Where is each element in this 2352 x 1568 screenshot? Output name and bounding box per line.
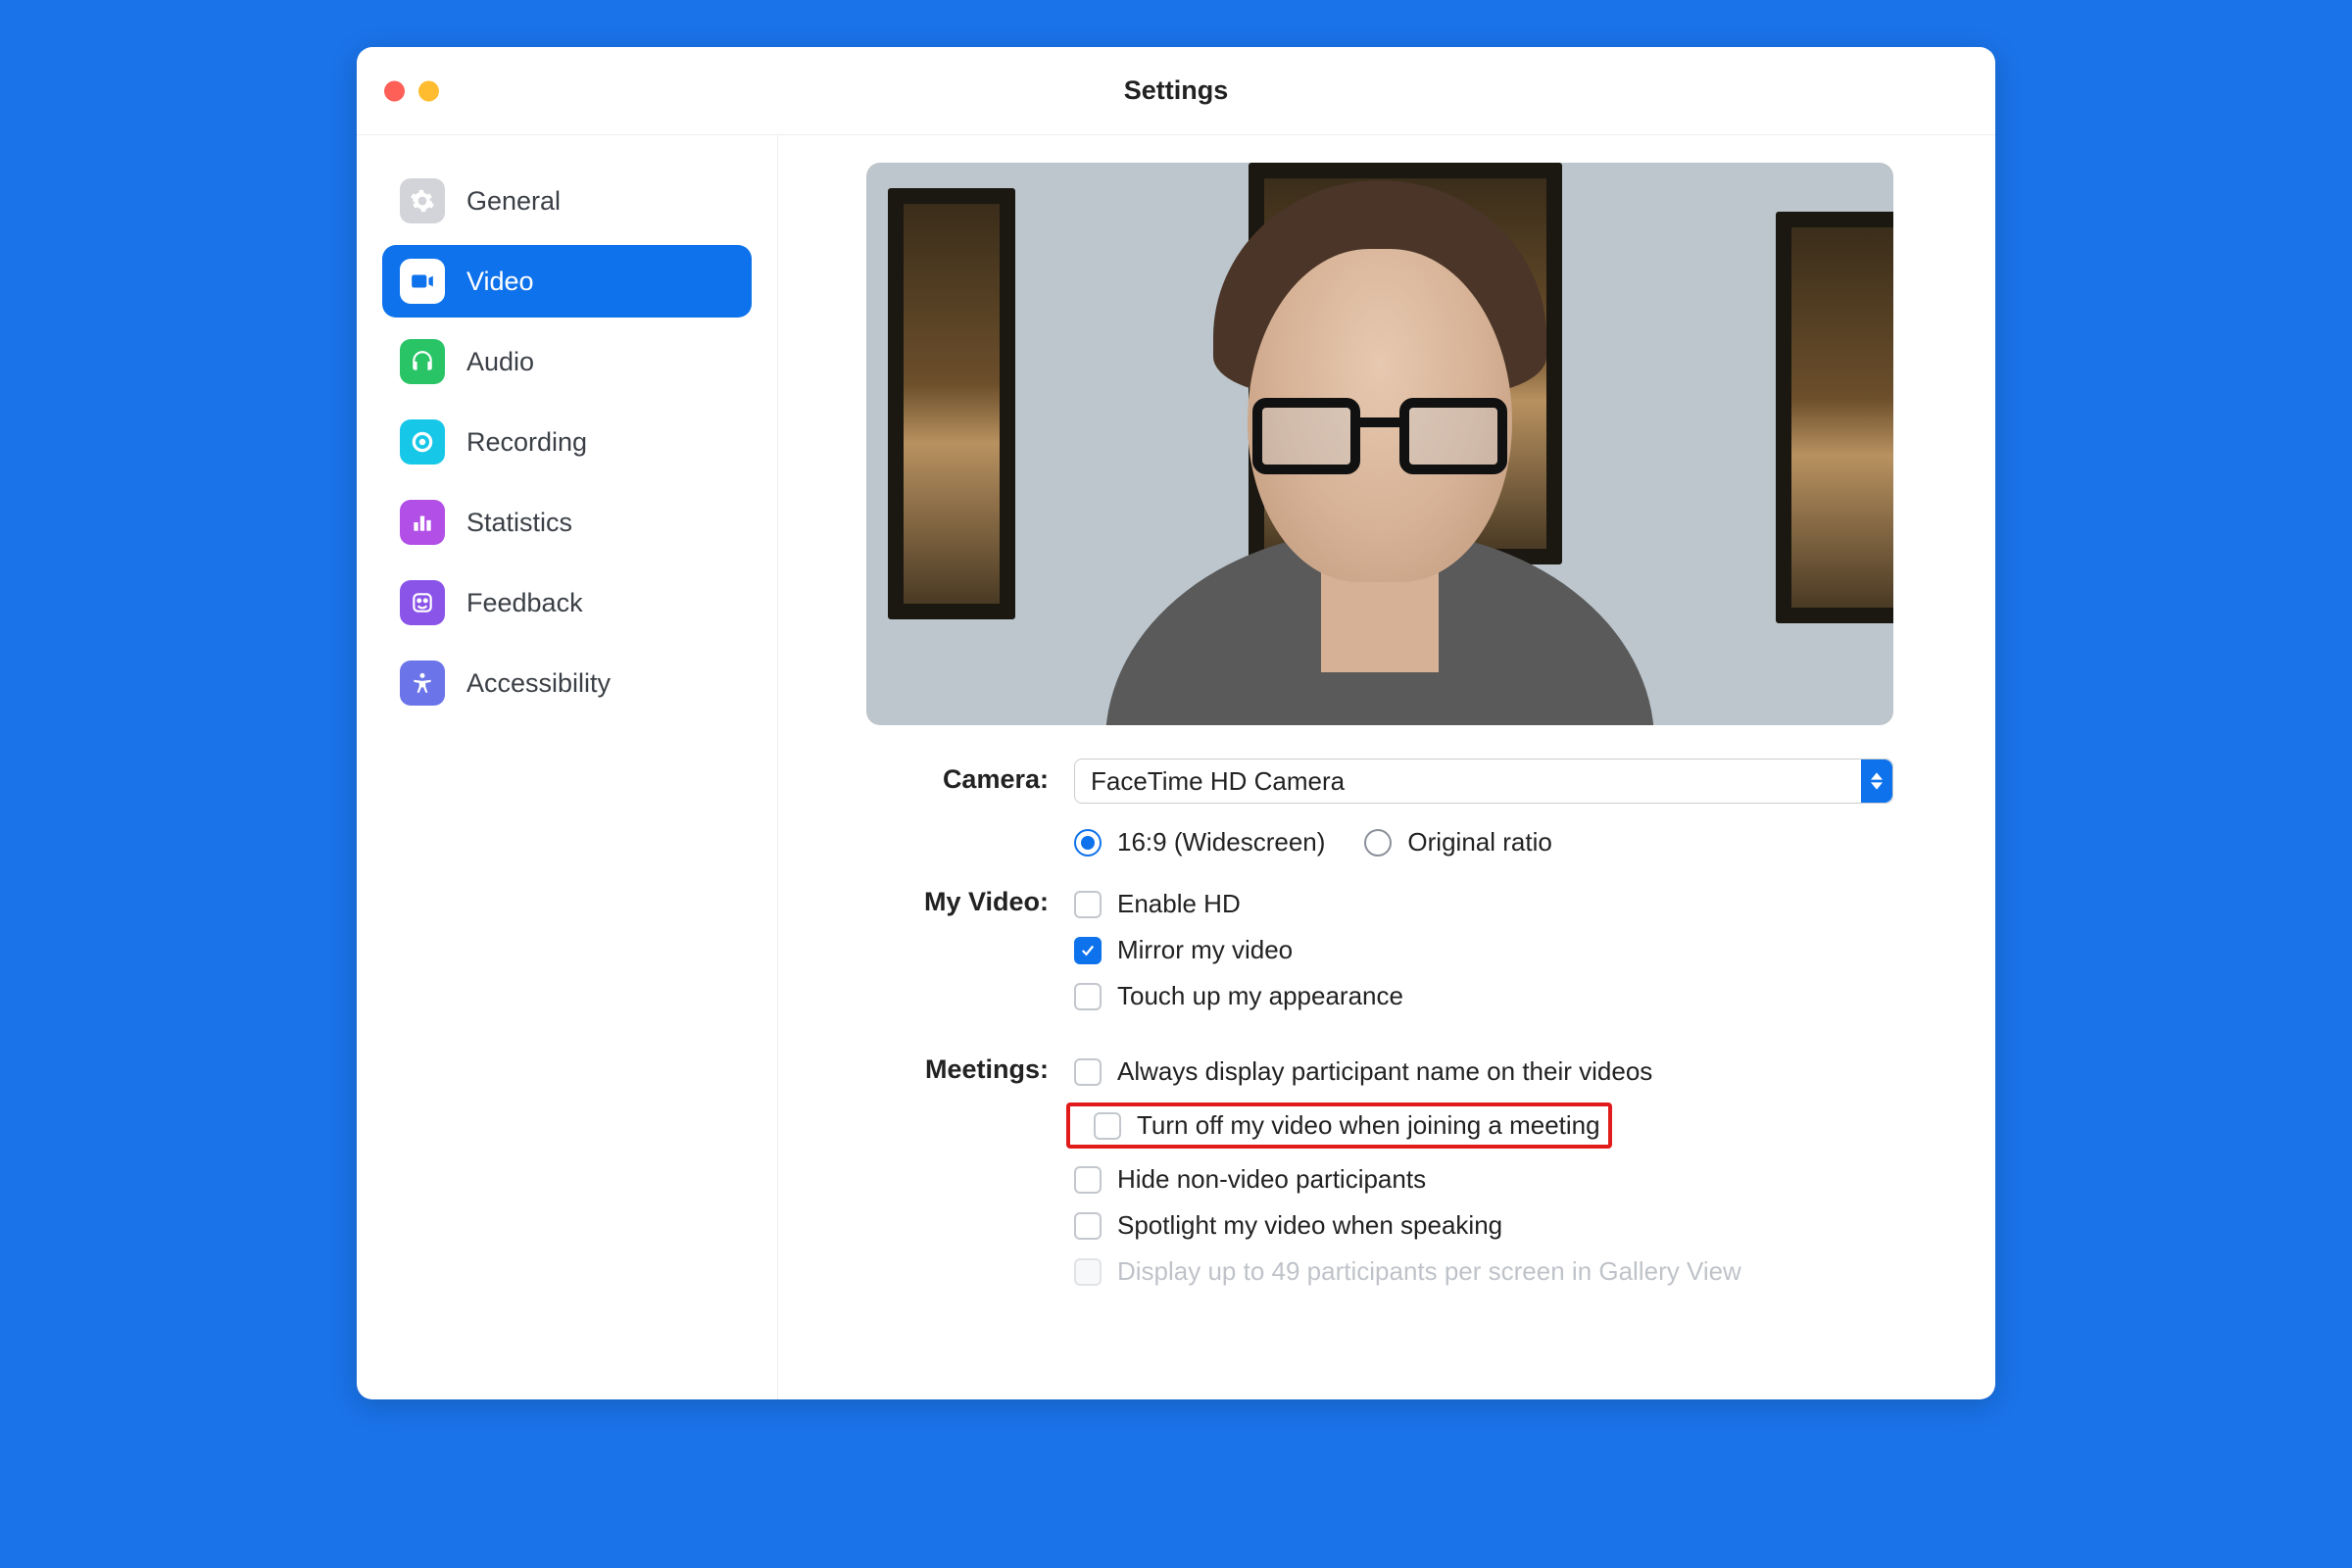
video-preview [866, 163, 1893, 725]
sidebar-item-statistics[interactable]: Statistics [382, 486, 752, 559]
sidebar-item-video[interactable]: Video [382, 245, 752, 318]
sidebar: General Video Audio Recording [357, 135, 778, 1399]
display-49-participants-option: Display up to 49 participants per screen… [1074, 1249, 1893, 1295]
meetings-label: Meetings: [866, 1049, 1074, 1085]
option-label: Always display participant name on their… [1117, 1056, 1652, 1087]
window-controls [384, 80, 439, 101]
sidebar-item-label: Accessibility [466, 668, 611, 699]
touch-up-option[interactable]: Touch up my appearance [1074, 973, 1893, 1019]
minimize-icon[interactable] [418, 80, 439, 101]
sidebar-item-label: Video [466, 267, 534, 297]
select-stepper-icon [1861, 760, 1892, 803]
checkbox-icon [1074, 891, 1102, 918]
window-body: General Video Audio Recording [357, 135, 1995, 1399]
mirror-video-option[interactable]: Mirror my video [1074, 927, 1893, 973]
option-label: Turn off my video when joining a meeting [1137, 1110, 1600, 1141]
sidebar-item-audio[interactable]: Audio [382, 325, 752, 398]
sidebar-item-label: Recording [466, 427, 587, 458]
content-pane: Camera: FaceTime HD Camera 16:9 (Widescr… [778, 135, 1995, 1399]
close-icon[interactable] [384, 80, 405, 101]
ratio-original-option[interactable]: Original ratio [1364, 819, 1551, 865]
headphones-icon [400, 339, 445, 384]
camera-select[interactable]: FaceTime HD Camera [1074, 759, 1893, 804]
checkbox-icon [1074, 937, 1102, 964]
preview-background-art [888, 188, 1015, 619]
camera-label: Camera: [866, 759, 1074, 795]
smiley-icon [400, 580, 445, 625]
option-label: Spotlight my video when speaking [1117, 1210, 1502, 1241]
turn-off-video-option-highlight: Turn off my video when joining a meeting [1074, 1095, 1893, 1156]
meetings-row: Meetings: Always display participant nam… [866, 1049, 1893, 1295]
sidebar-item-label: Audio [466, 347, 534, 377]
sidebar-item-label: Feedback [466, 588, 583, 618]
settings-window: Settings General Video Audio [357, 47, 1995, 1399]
hide-non-video-option[interactable]: Hide non-video participants [1074, 1156, 1893, 1202]
option-label: Display up to 49 participants per screen… [1117, 1256, 1741, 1287]
checkbox-icon [1074, 1212, 1102, 1240]
window-title: Settings [1124, 75, 1229, 106]
my-video-label: My Video: [866, 881, 1074, 917]
checkbox-icon [1094, 1112, 1121, 1140]
ratio-widescreen-label: 16:9 (Widescreen) [1117, 827, 1325, 858]
titlebar: Settings [357, 47, 1995, 135]
option-label: Mirror my video [1117, 935, 1293, 965]
checkbox-icon [1074, 1166, 1102, 1194]
display-participant-name-option[interactable]: Always display participant name on their… [1074, 1049, 1893, 1095]
sidebar-item-feedback[interactable]: Feedback [382, 566, 752, 639]
checkbox-icon [1074, 983, 1102, 1010]
camera-select-value: FaceTime HD Camera [1091, 766, 1345, 797]
checkbox-icon [1074, 1058, 1102, 1086]
accessibility-icon [400, 661, 445, 706]
enable-hd-option[interactable]: Enable HD [1074, 881, 1893, 927]
option-label: Touch up my appearance [1117, 981, 1403, 1011]
radio-icon [1364, 829, 1392, 857]
gear-icon [400, 178, 445, 223]
turn-off-video-option[interactable]: Turn off my video when joining a meeting [1066, 1102, 1612, 1149]
ratio-original-label: Original ratio [1407, 827, 1551, 858]
spotlight-video-option[interactable]: Spotlight my video when speaking [1074, 1202, 1893, 1249]
record-icon [400, 419, 445, 465]
sidebar-item-recording[interactable]: Recording [382, 406, 752, 478]
checkbox-icon [1074, 1258, 1102, 1286]
option-label: Enable HD [1117, 889, 1241, 919]
option-label: Hide non-video participants [1117, 1164, 1426, 1195]
my-video-row: My Video: Enable HD Mirror my video [866, 881, 1893, 1019]
video-camera-icon [400, 259, 445, 304]
preview-background-art [1776, 212, 1893, 623]
sidebar-item-label: General [466, 186, 561, 217]
sidebar-item-general[interactable]: General [382, 165, 752, 237]
preview-person-glasses [1252, 398, 1507, 476]
camera-row: Camera: FaceTime HD Camera 16:9 (Widescr… [866, 759, 1893, 871]
sidebar-item-accessibility[interactable]: Accessibility [382, 647, 752, 719]
ratio-widescreen-option[interactable]: 16:9 (Widescreen) [1074, 819, 1325, 865]
sidebar-item-label: Statistics [466, 508, 572, 538]
radio-icon [1074, 829, 1102, 857]
bar-chart-icon [400, 500, 445, 545]
